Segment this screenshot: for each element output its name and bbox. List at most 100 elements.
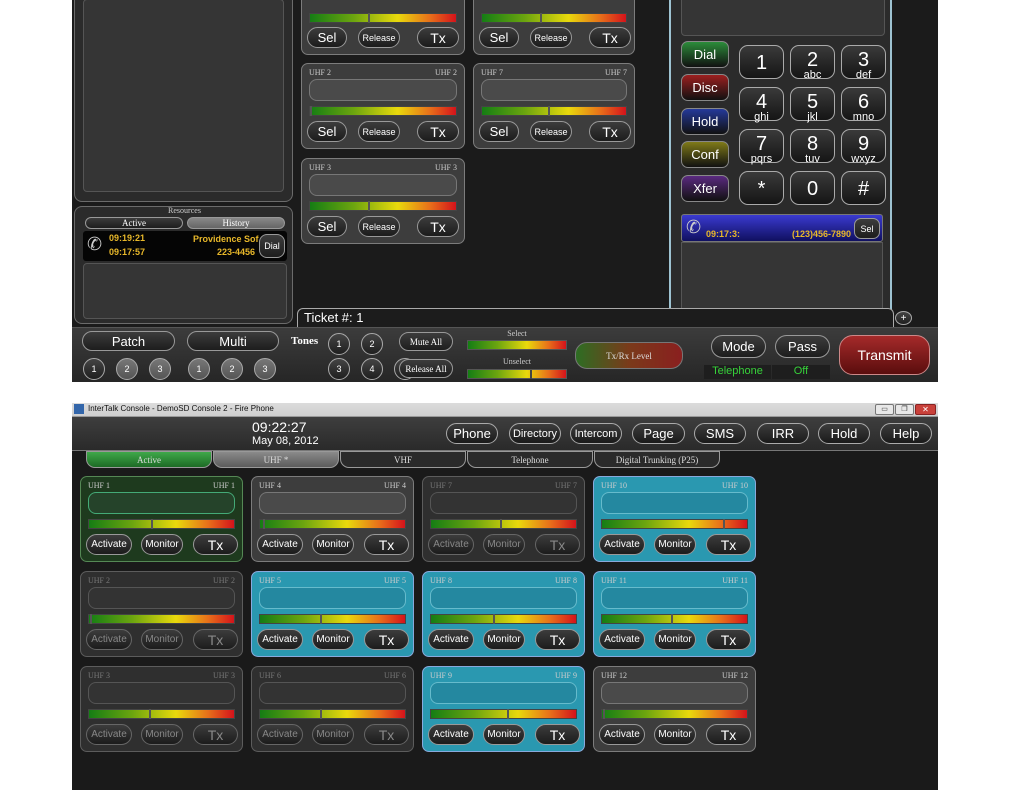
multi-button[interactable]: Multi — [187, 331, 279, 351]
add-ticket-button[interactable]: + — [895, 311, 912, 325]
tx-button[interactable]: Tx — [193, 534, 238, 555]
tx-button[interactable]: Tx — [364, 534, 409, 555]
tx-button[interactable]: Tx — [589, 121, 631, 142]
monitor-button[interactable]: Monitor — [654, 534, 696, 555]
tx-button[interactable]: Tx — [417, 27, 459, 48]
activate-button[interactable]: Activate — [599, 629, 645, 650]
tx-button[interactable]: Tx — [535, 724, 580, 745]
keypad-key[interactable]: # — [841, 171, 886, 205]
call-xfer-button[interactable]: Xfer — [681, 175, 729, 202]
history-call-row[interactable]: ✆ 09:19:21 09:17:57 Providence Sof 223-4… — [83, 231, 287, 261]
multi-number-button[interactable]: 3 — [254, 358, 276, 380]
channel-card-uhf5[interactable]: UHF 5 UHF 5 Activate Monitor Tx — [251, 571, 414, 657]
tx-button[interactable]: Tx — [706, 629, 751, 650]
tab-0[interactable]: Active — [86, 451, 212, 468]
monitor-button[interactable]: Monitor — [483, 534, 525, 555]
tx-button[interactable]: Tx — [417, 216, 459, 237]
monitor-button[interactable]: Monitor — [483, 724, 525, 745]
patch-number-button[interactable]: 3 — [149, 358, 171, 380]
tone-number-button[interactable]: 4 — [361, 358, 383, 380]
multi-number-button[interactable]: 1 — [188, 358, 210, 380]
channel-card-uhf8[interactable]: UHF 8 UHF 8 Activate Monitor Tx — [422, 571, 585, 657]
monitor-button[interactable]: Monitor — [141, 534, 183, 555]
tx-button[interactable]: Tx — [535, 629, 580, 650]
tx-button[interactable]: Tx — [589, 27, 631, 48]
sel-button[interactable]: Sel — [307, 27, 347, 48]
patch-number-button[interactable]: 2 — [116, 358, 138, 380]
activate-button[interactable]: Activate — [428, 629, 474, 650]
tone-number-button[interactable]: 2 — [361, 333, 383, 355]
mute-all-button[interactable]: Mute All — [399, 332, 453, 351]
nav-help-button[interactable]: Help — [880, 423, 932, 444]
channel-card-uhf2[interactable]: UHF 2 UHF 2 Activate Monitor Tx — [80, 571, 243, 657]
monitor-button[interactable]: Monitor — [654, 629, 696, 650]
channel-card-uhf11[interactable]: UHF 11 UHF 11 Activate Monitor Tx — [593, 571, 756, 657]
patch-number-button[interactable]: 1 — [83, 358, 105, 380]
channel-card-uhf3[interactable]: UHF 3 UHF 3 Sel Release Tx — [301, 158, 465, 244]
tx-button[interactable]: Tx — [193, 724, 238, 745]
tx-button[interactable]: Tx — [193, 629, 238, 650]
sel-button[interactable]: Sel — [479, 27, 519, 48]
tab-1[interactable]: UHF * — [213, 451, 339, 468]
mode-button[interactable]: Mode — [711, 335, 766, 358]
channel-card-uhf12[interactable]: UHF 12 UHF 12 Activate Monitor Tx — [593, 666, 756, 752]
monitor-button[interactable]: Monitor — [483, 629, 525, 650]
monitor-button[interactable]: Monitor — [141, 724, 183, 745]
call-conf-button[interactable]: Conf — [681, 141, 729, 168]
tab-2[interactable]: VHF — [340, 451, 466, 468]
monitor-button[interactable]: Monitor — [141, 629, 183, 650]
close-button[interactable]: ✕ — [915, 404, 936, 415]
keypad-key[interactable]: 3 def — [841, 45, 886, 81]
monitor-button[interactable]: Monitor — [312, 724, 354, 745]
sel-button[interactable]: Sel — [479, 121, 519, 142]
channel-card-uhf1[interactable]: UHF 1 UHF 1 Activate Monitor Tx — [80, 476, 243, 562]
nav-hold-button[interactable]: Hold — [818, 423, 870, 444]
keypad-key[interactable]: 0 — [790, 171, 835, 205]
monitor-button[interactable]: Monitor — [312, 534, 354, 555]
activate-button[interactable]: Activate — [599, 534, 645, 555]
tx-button[interactable]: Tx — [535, 534, 580, 555]
nav-sms-button[interactable]: SMS — [694, 423, 746, 444]
tx-button[interactable]: Tx — [706, 724, 751, 745]
channel-card-partial-right[interactable]: Sel Release Tx — [473, 0, 635, 55]
tx-button[interactable]: Tx — [706, 534, 751, 555]
active-call-bar[interactable]: ✆ 09:17:3: (123)456-7890 Sel — [681, 214, 883, 242]
tone-number-button[interactable]: 1 — [328, 333, 350, 355]
call-hold-button[interactable]: Hold — [681, 108, 729, 135]
monitor-button[interactable]: Monitor — [312, 629, 354, 650]
release-button[interactable]: Release — [530, 27, 572, 48]
transmit-button[interactable]: Transmit — [839, 335, 930, 375]
tx-button[interactable]: Tx — [364, 629, 409, 650]
keypad-key[interactable]: 2 abc — [790, 45, 835, 81]
channel-card-partial-left[interactable]: Sel Release Tx — [301, 0, 465, 55]
activate-button[interactable]: Activate — [257, 629, 303, 650]
release-button[interactable]: Release — [358, 121, 400, 142]
activate-button[interactable]: Activate — [86, 724, 132, 745]
nav-directory-button[interactable]: Directory — [509, 423, 561, 444]
active-call-sel-button[interactable]: Sel — [854, 218, 880, 239]
channel-card-uhf10[interactable]: UHF 10 UHF 10 Activate Monitor Tx — [593, 476, 756, 562]
activate-button[interactable]: Activate — [86, 534, 132, 555]
release-button[interactable]: Release — [358, 27, 400, 48]
keypad-key[interactable]: 4 ghi — [739, 87, 784, 123]
minimize-button[interactable]: ▭ — [875, 404, 894, 415]
tab-4[interactable]: Digital Trunking (P25) — [594, 451, 720, 468]
release-all-button[interactable]: Release All — [399, 359, 453, 378]
keypad-key[interactable]: 5 jkl — [790, 87, 835, 123]
channel-card-uhf7[interactable]: UHF 7 UHF 7 Sel Release Tx — [473, 63, 635, 149]
nav-page-button[interactable]: Page — [632, 423, 685, 444]
channel-card-uhf9[interactable]: UHF 9 UHF 9 Activate Monitor Tx — [422, 666, 585, 752]
nav-intercom-button[interactable]: Intercom — [570, 423, 622, 444]
multi-number-button[interactable]: 2 — [221, 358, 243, 380]
keypad-key[interactable]: 8 tuv — [790, 129, 835, 165]
activate-button[interactable]: Activate — [86, 629, 132, 650]
tab-history[interactable]: History — [187, 217, 285, 229]
release-button[interactable]: Release — [358, 216, 400, 237]
call-disc-button[interactable]: Disc — [681, 74, 729, 101]
nav-irr-button[interactable]: IRR — [757, 423, 809, 444]
tab-3[interactable]: Telephone — [467, 451, 593, 468]
dial-button[interactable]: Dial — [259, 234, 285, 258]
patch-button[interactable]: Patch — [82, 331, 175, 351]
monitor-button[interactable]: Monitor — [654, 724, 696, 745]
release-button[interactable]: Release — [530, 121, 572, 142]
